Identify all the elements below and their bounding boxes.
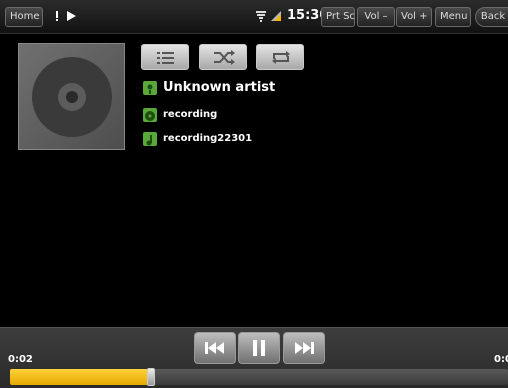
skip-forward-icon: [295, 342, 314, 354]
pause-icon: [253, 340, 265, 356]
song-icon: [143, 132, 157, 146]
album-art: [18, 43, 125, 150]
repeat-icon: [272, 51, 290, 64]
back-button[interactable]: Back: [475, 7, 508, 27]
total-time: 0:0: [494, 354, 508, 365]
home-button[interactable]: Home: [5, 7, 43, 27]
volume-up-button[interactable]: Vol +: [396, 7, 432, 27]
next-button[interactable]: [283, 332, 325, 364]
menu-button[interactable]: Menu: [435, 7, 471, 27]
volume-down-button[interactable]: Vol –: [357, 7, 395, 27]
seek-handle[interactable]: [146, 368, 155, 386]
seek-progress: [10, 369, 147, 385]
shuffle-icon: [214, 50, 235, 65]
transport-bar: 0:02 0:0: [0, 327, 508, 388]
artist-icon: [143, 81, 157, 95]
shuffle-button[interactable]: [199, 44, 247, 70]
song-title: recording22301: [163, 133, 253, 144]
elapsed-time: 0:02: [8, 354, 33, 365]
album-icon: [143, 108, 157, 122]
previous-button[interactable]: [194, 332, 236, 364]
skip-back-icon: [205, 342, 224, 354]
status-bar: Home 15:30 Prt Sc Vol – Vol + Menu Back: [0, 0, 508, 34]
album-name: recording: [163, 109, 218, 120]
print-screen-button[interactable]: Prt Sc: [321, 7, 355, 27]
battery-icon: [271, 11, 281, 21]
play-notification-icon: [67, 11, 76, 21]
queue-list-icon: [157, 52, 174, 64]
seek-bar[interactable]: [10, 368, 508, 386]
repeat-button[interactable]: [256, 44, 304, 70]
warning-icon: [56, 11, 58, 21]
queue-button[interactable]: [141, 44, 189, 70]
disc-icon: [32, 57, 112, 137]
pause-button[interactable]: [238, 332, 280, 364]
wifi-icon: [256, 11, 266, 22]
artist-name: Unknown artist: [163, 80, 276, 95]
